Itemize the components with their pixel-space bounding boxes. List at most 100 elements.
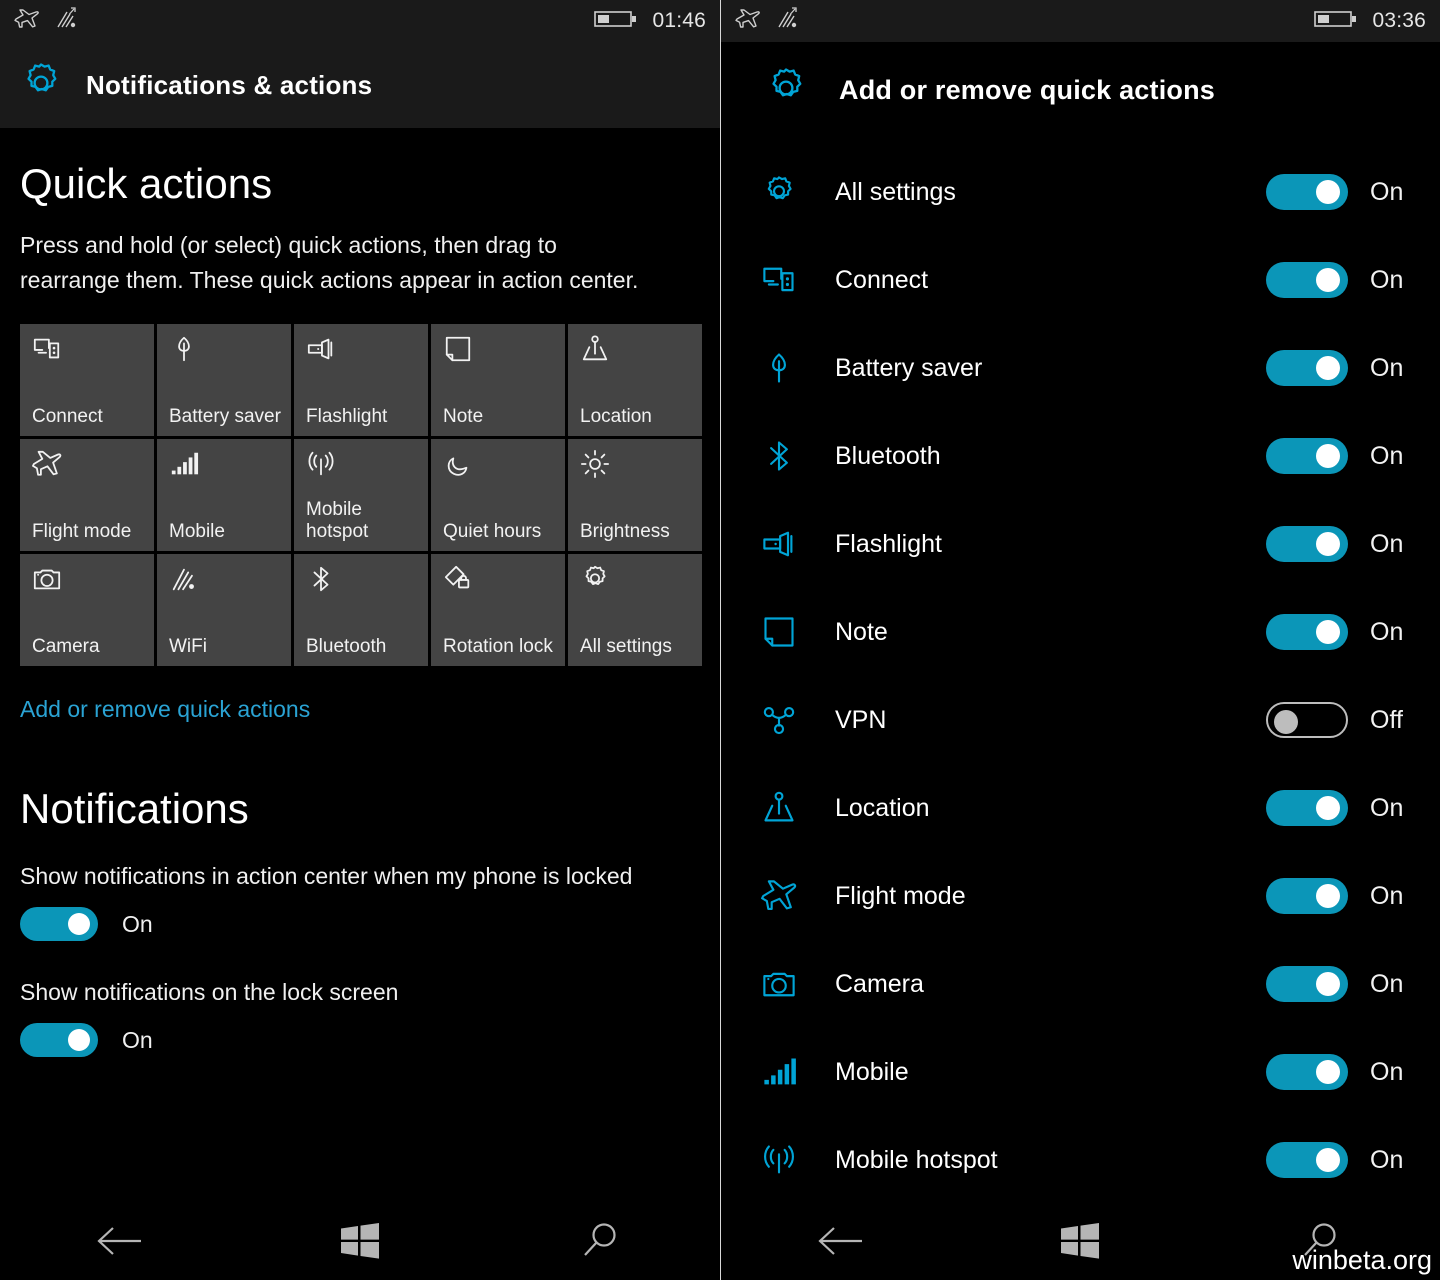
toggle-knob xyxy=(1316,972,1340,996)
back-button[interactable] xyxy=(781,1223,901,1264)
quick-action-row[interactable]: Connect On xyxy=(721,236,1440,324)
quick-action-row-toggle[interactable]: On xyxy=(1266,1054,1416,1090)
quick-actions-grid: Connect Battery saverFlashlight Note Locati… xyxy=(20,324,702,666)
toggle-switch[interactable] xyxy=(1266,614,1348,650)
quick-action-row-label: Flight mode xyxy=(835,882,966,911)
toggle-state-label: On xyxy=(122,911,153,938)
toggle-switch[interactable] xyxy=(1266,438,1348,474)
quick-action-row-toggle[interactable]: On xyxy=(1266,262,1416,298)
quick-action-tile[interactable]: Bluetooth xyxy=(294,554,428,666)
quick-action-row-label: Connect xyxy=(835,266,928,295)
quick-action-tile[interactable]: All settings xyxy=(568,554,702,666)
quick-action-row-toggle[interactable]: On xyxy=(1266,966,1416,1002)
quick-action-row[interactable]: Battery saver On xyxy=(721,324,1440,412)
toggle-switch[interactable] xyxy=(1266,966,1348,1002)
quick-actions-description: Press and hold (or select) quick actions… xyxy=(20,228,660,298)
quick-action-row-toggle[interactable]: Off xyxy=(1266,702,1416,738)
quick-action-row[interactable]: All settingsOn xyxy=(721,148,1440,236)
search-button[interactable] xyxy=(540,1220,660,1267)
home-button[interactable] xyxy=(300,1221,420,1266)
quick-action-tile-label: Bluetooth xyxy=(306,636,418,658)
back-button[interactable] xyxy=(60,1223,180,1264)
quick-action-row-label: Battery saver xyxy=(835,354,982,383)
quick-action-row-toggle[interactable]: On xyxy=(1266,438,1416,474)
quick-action-tile[interactable]: Note xyxy=(431,324,565,436)
quick-action-tile[interactable]: Flashlight xyxy=(294,324,428,436)
toggle-knob xyxy=(1316,532,1340,556)
quick-action-tile-label: Connect xyxy=(32,406,144,428)
quick-action-row-toggle[interactable]: On xyxy=(1266,174,1416,210)
toggle-state-label: On xyxy=(1370,1146,1416,1175)
page-title: Notifications & actions xyxy=(86,70,372,101)
toggle-switch[interactable] xyxy=(20,1023,98,1057)
quick-action-tile[interactable]: Camera xyxy=(20,554,154,666)
toggle-switch[interactable] xyxy=(1266,878,1348,914)
connect-icon xyxy=(32,334,144,374)
quick-action-row[interactable]: CameraOn xyxy=(721,940,1440,1028)
home-button[interactable] xyxy=(1020,1221,1140,1266)
status-icons-left xyxy=(14,7,82,36)
note-icon xyxy=(443,334,555,374)
toggle-switch[interactable] xyxy=(1266,1054,1348,1090)
signal-bars-icon xyxy=(761,1054,819,1090)
status-time: 03:36 xyxy=(1372,9,1426,33)
quick-action-row[interactable]: NoteOn xyxy=(721,588,1440,676)
flashlight-icon xyxy=(306,334,418,374)
add-remove-quick-actions-link[interactable]: Add or remove quick actions xyxy=(20,696,310,723)
quick-action-tile-label: Mobile xyxy=(169,521,281,543)
toggle-knob xyxy=(1316,356,1340,380)
quick-action-row[interactable]: MobileOn xyxy=(721,1028,1440,1116)
moon-icon xyxy=(443,449,555,489)
toggle-switch[interactable] xyxy=(1266,1142,1348,1178)
toggle-switch[interactable] xyxy=(1266,262,1348,298)
quick-action-row-toggle[interactable]: On xyxy=(1266,350,1416,386)
back-arrow-icon xyxy=(91,1223,149,1264)
quick-action-row-label: Bluetooth xyxy=(835,442,941,471)
quick-action-tile[interactable]: Location xyxy=(568,324,702,436)
toggle-switch[interactable] xyxy=(1266,790,1348,826)
quick-action-row[interactable]: LocationOn xyxy=(721,764,1440,852)
toggle-switch[interactable] xyxy=(20,907,98,941)
page-title: Add or remove quick actions xyxy=(839,75,1215,106)
toggle-knob xyxy=(1316,796,1340,820)
quick-action-tile[interactable]: Battery saver xyxy=(157,324,291,436)
quick-action-tile[interactable]: Flight mode xyxy=(20,439,154,551)
notification-settings-list: Show notifications in action center when… xyxy=(20,859,700,1057)
toggle-switch[interactable] xyxy=(1266,174,1348,210)
toggle-knob xyxy=(1316,444,1340,468)
quick-action-tile[interactable]: Brightness xyxy=(568,439,702,551)
quick-action-row[interactable]: Mobile hotspotOn xyxy=(721,1116,1440,1204)
quick-action-tile[interactable]: Connect xyxy=(20,324,154,436)
airplane-icon xyxy=(14,8,40,35)
gear-icon xyxy=(580,564,692,604)
quick-actions-heading: Quick actions xyxy=(20,162,700,206)
quick-action-tile-label: Note xyxy=(443,406,555,428)
notification-setting-toggle-row[interactable]: On xyxy=(20,1023,700,1057)
quick-action-row-toggle[interactable]: On xyxy=(1266,614,1416,650)
hotspot-icon xyxy=(761,1142,819,1178)
bluetooth-icon xyxy=(306,564,418,604)
back-arrow-icon xyxy=(812,1223,870,1264)
toggle-switch[interactable] xyxy=(1266,350,1348,386)
nav-bar xyxy=(0,1206,720,1280)
quick-action-row[interactable]: VPNOff xyxy=(721,676,1440,764)
vpn-icon xyxy=(761,702,819,738)
quick-action-tile[interactable]: Quiet hours xyxy=(431,439,565,551)
quick-action-tile[interactable]: Mobile hotspot xyxy=(294,439,428,551)
quick-action-row-toggle[interactable]: On xyxy=(1266,526,1416,562)
page-header: Add or remove quick actions xyxy=(721,42,1440,138)
quick-action-row[interactable]: Bluetooth On xyxy=(721,412,1440,500)
note-icon xyxy=(761,614,819,650)
quick-action-tile[interactable]: WiFi xyxy=(157,554,291,666)
quick-action-row[interactable]: FlashlightOn xyxy=(721,500,1440,588)
quick-action-row-toggle[interactable]: On xyxy=(1266,790,1416,826)
hotspot-icon xyxy=(306,449,418,489)
toggle-switch[interactable] xyxy=(1266,702,1348,738)
notification-setting-toggle-row[interactable]: On xyxy=(20,907,700,941)
quick-action-row-toggle[interactable]: On xyxy=(1266,878,1416,914)
toggle-switch[interactable] xyxy=(1266,526,1348,562)
quick-action-row[interactable]: Flight mode On xyxy=(721,852,1440,940)
quick-action-row-toggle[interactable]: On xyxy=(1266,1142,1416,1178)
quick-action-tile[interactable]: Rotation lock xyxy=(431,554,565,666)
quick-action-tile[interactable]: Mobile xyxy=(157,439,291,551)
